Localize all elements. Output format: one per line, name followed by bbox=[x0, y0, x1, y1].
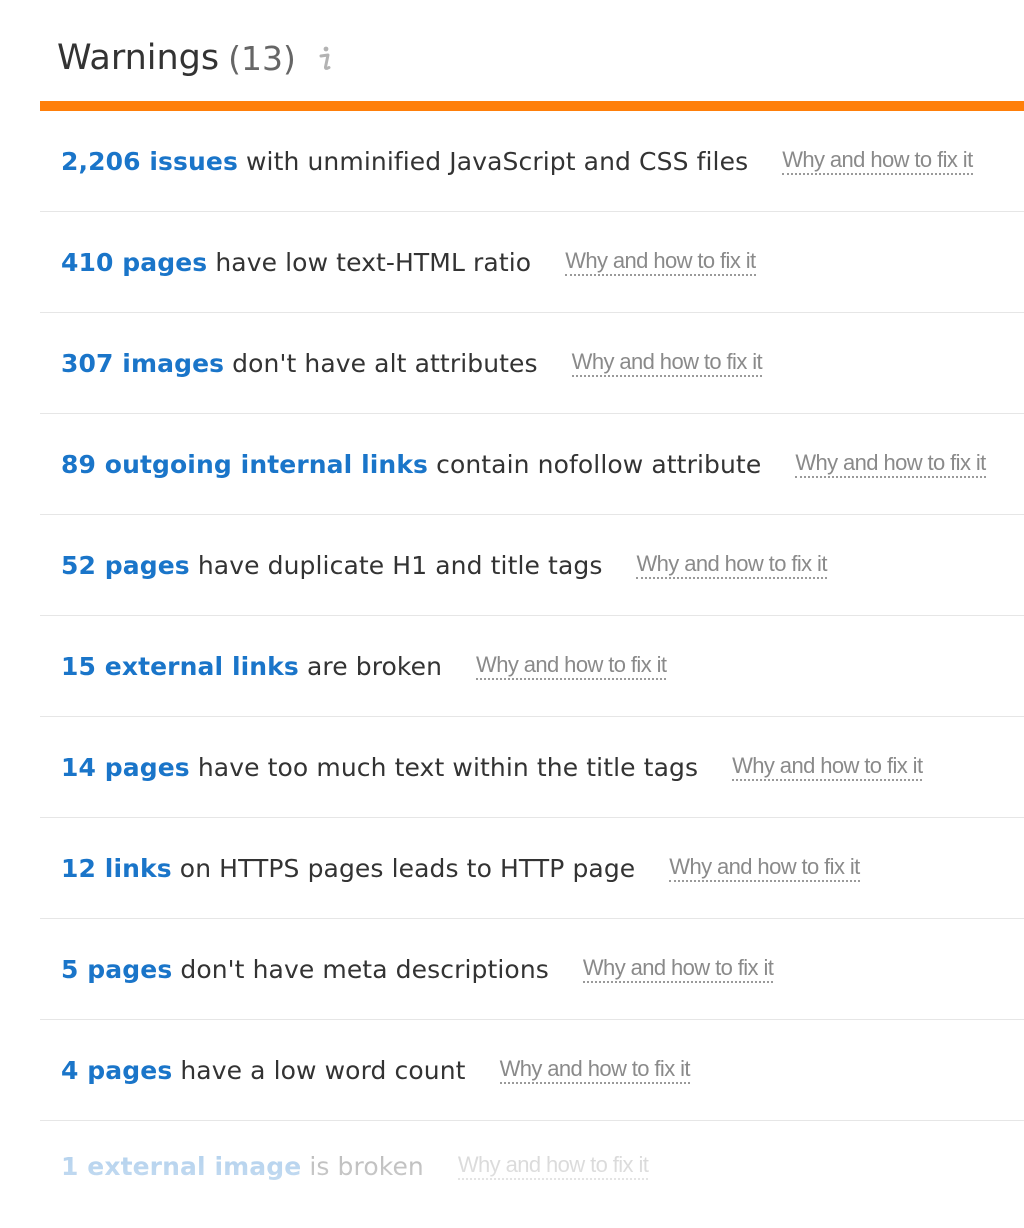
warning-row: 14 pages have too much text within the t… bbox=[40, 717, 1024, 818]
warning-row: 5 pages don't have meta descriptions Why… bbox=[40, 919, 1024, 1020]
why-how-fix-link[interactable]: Why and how to fix it bbox=[669, 854, 860, 882]
warning-description: 5 pages don't have meta descriptions bbox=[61, 955, 549, 984]
warning-text: with unminified JavaScript and CSS files bbox=[237, 146, 749, 176]
warning-text: on HTTPS pages leads to HTTP page bbox=[171, 853, 636, 883]
warning-description: 307 images don't have alt attributes bbox=[61, 349, 538, 378]
warning-row: 15 external links are broken Why and how… bbox=[40, 616, 1024, 717]
warning-row: 4 pages have a low word count Why and ho… bbox=[40, 1020, 1024, 1121]
why-how-fix-link[interactable]: Why and how to fix it bbox=[476, 652, 667, 680]
warning-text: is broken bbox=[301, 1151, 424, 1181]
warning-count-link[interactable]: 410 pages bbox=[61, 248, 207, 277]
why-how-fix-link[interactable]: Why and how to fix it bbox=[636, 551, 827, 579]
warning-count-link[interactable]: 2,206 issues bbox=[61, 147, 238, 176]
warning-text: have duplicate H1 and title tags bbox=[189, 550, 603, 580]
warning-text: don't have alt attributes bbox=[224, 348, 538, 378]
warning-count-link[interactable]: 89 outgoing internal links bbox=[61, 450, 428, 479]
warning-count-link[interactable]: 4 pages bbox=[61, 1056, 172, 1085]
warning-row: 2,206 issues with unminified JavaScript … bbox=[40, 111, 1024, 212]
warning-count-link[interactable]: 15 external links bbox=[61, 652, 299, 681]
warning-description: 52 pages have duplicate H1 and title tag… bbox=[61, 551, 602, 580]
warning-description: 89 outgoing internal links contain nofol… bbox=[61, 450, 761, 479]
warnings-header: Warnings (13) bbox=[57, 28, 334, 88]
warning-description: 12 links on HTTPS pages leads to HTTP pa… bbox=[61, 854, 635, 883]
why-how-fix-link[interactable]: Why and how to fix it bbox=[565, 248, 756, 276]
section-accent-bar bbox=[40, 101, 1024, 111]
warning-count-link[interactable]: 307 images bbox=[61, 349, 224, 378]
warning-description: 2,206 issues with unminified JavaScript … bbox=[61, 147, 748, 176]
warning-row: 52 pages have duplicate H1 and title tag… bbox=[40, 515, 1024, 616]
warning-count-link[interactable]: 52 pages bbox=[61, 551, 190, 580]
warning-text: have low text-HTML ratio bbox=[207, 247, 532, 277]
why-how-fix-link[interactable]: Why and how to fix it bbox=[732, 753, 923, 781]
why-how-fix-link[interactable]: Why and how to fix it bbox=[582, 955, 774, 983]
warning-text: don't have meta descriptions bbox=[172, 954, 549, 984]
warning-row: 1 external image is broken Why and how t… bbox=[40, 1121, 1024, 1211]
why-how-fix-link[interactable]: Why and how to fix it bbox=[457, 1152, 649, 1180]
info-icon[interactable] bbox=[316, 43, 334, 73]
warnings-list: 2,206 issues with unminified JavaScript … bbox=[40, 111, 1024, 1211]
warning-row: 410 pages have low text-HTML ratio Why a… bbox=[40, 212, 1024, 313]
why-how-fix-link[interactable]: Why and how to fix it bbox=[782, 147, 973, 175]
why-how-fix-link[interactable]: Why and how to fix it bbox=[571, 349, 763, 377]
warning-text: have a low word count bbox=[172, 1055, 466, 1085]
why-how-fix-link[interactable]: Why and how to fix it bbox=[499, 1056, 691, 1084]
warning-description: 14 pages have too much text within the t… bbox=[61, 753, 698, 782]
warning-row: 12 links on HTTPS pages leads to HTTP pa… bbox=[40, 818, 1024, 919]
warning-text: contain nofollow attribute bbox=[428, 449, 762, 479]
warning-count-link[interactable]: 14 pages bbox=[61, 753, 190, 782]
warning-count-link[interactable]: 1 external image bbox=[61, 1152, 301, 1181]
warning-description: 410 pages have low text-HTML ratio bbox=[61, 248, 531, 277]
warning-text: have too much text within the title tags bbox=[189, 752, 699, 782]
page-title: Warnings bbox=[57, 38, 220, 78]
warning-count-link[interactable]: 5 pages bbox=[61, 955, 172, 984]
warning-text: are broken bbox=[298, 651, 443, 681]
warning-count-link[interactable]: 12 links bbox=[61, 854, 172, 883]
warnings-count: (13) bbox=[228, 38, 296, 78]
warning-description: 15 external links are broken bbox=[61, 652, 442, 681]
why-how-fix-link[interactable]: Why and how to fix it bbox=[795, 450, 986, 478]
warning-row: 89 outgoing internal links contain nofol… bbox=[40, 414, 1024, 515]
warning-description: 1 external image is broken bbox=[61, 1152, 424, 1181]
warning-description: 4 pages have a low word count bbox=[61, 1056, 466, 1085]
warning-row: 307 images don't have alt attributes Why… bbox=[40, 313, 1024, 414]
